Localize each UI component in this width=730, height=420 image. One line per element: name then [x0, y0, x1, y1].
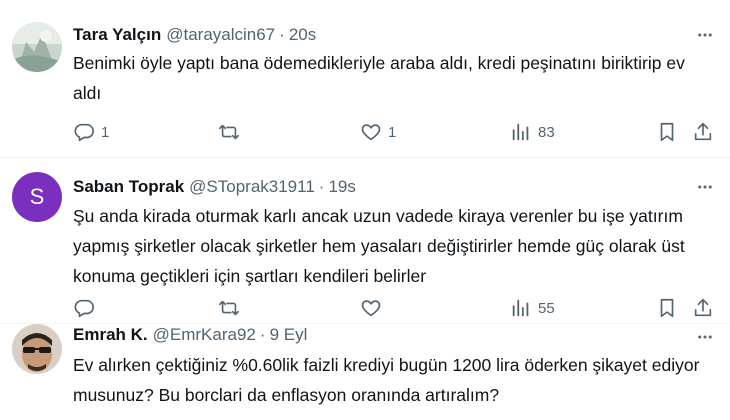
separator-dot: · [279, 25, 285, 44]
bookmark-icon [656, 121, 678, 143]
views-button[interactable]: 55 [510, 296, 555, 320]
tweet-header: Saban Toprak @SToprak31911 · 19s [73, 177, 356, 197]
views-chart-icon [510, 297, 532, 319]
reply-icon [73, 297, 95, 319]
timestamp[interactable]: 9 Eyl [270, 325, 308, 345]
tweet-header: Emrah K. @EmrKara92 · 9 Eyl [73, 325, 307, 345]
tweet-text: Ev alırken çektiğiniz %0.60lik faizli kr… [73, 355, 700, 405]
separator-dot: · [318, 177, 325, 196]
user-handle[interactable]: @EmrKara92 [153, 325, 256, 345]
tweet[interactable]: Emrah K. @EmrKara92 · 9 Eyl Ev alırken ç… [0, 324, 730, 420]
more-options-icon[interactable] [694, 326, 716, 348]
like-button[interactable]: 1 [360, 120, 396, 144]
avatar[interactable]: S [12, 172, 62, 222]
retweet-button[interactable] [218, 120, 240, 144]
share-icon [692, 121, 714, 143]
views-button[interactable]: 83 [510, 120, 555, 144]
retweet-button[interactable] [218, 296, 240, 320]
reply-button[interactable]: 1 [73, 120, 109, 144]
display-name[interactable]: Tara Yalçın [73, 25, 161, 45]
reply-button[interactable] [73, 296, 95, 320]
bookmark-icon [656, 297, 678, 319]
tweet-actions: 1 1 83 [73, 120, 718, 144]
reply-icon [73, 121, 95, 143]
tweet-actions: 55 [73, 296, 718, 320]
timestamp[interactable]: 20s [289, 25, 316, 45]
timestamp[interactable]: 19s [328, 177, 355, 197]
bookmark-button[interactable] [656, 296, 678, 320]
avatar[interactable] [12, 22, 62, 72]
more-options-icon[interactable] [694, 176, 716, 198]
share-icon [692, 297, 714, 319]
retweet-icon [218, 121, 240, 143]
user-handle[interactable]: @SToprak31911 [189, 177, 315, 197]
share-button[interactable] [692, 120, 714, 144]
heart-icon [360, 297, 382, 319]
view-count: 55 [538, 299, 555, 317]
separator-dot: · [259, 325, 266, 344]
views-chart-icon [510, 121, 532, 143]
more-options-icon[interactable] [694, 24, 716, 46]
like-count: 1 [388, 123, 397, 141]
tweet[interactable]: Tara Yalçın @tarayalcin67 · 20s Benimki … [0, 0, 730, 158]
tweet-text: Benimki öyle yaptı bana ödemedikleriyle … [73, 53, 685, 103]
bookmark-button[interactable] [656, 120, 678, 144]
tweet-text: Şu anda kirada oturmak karlı ancak uzun … [73, 206, 685, 286]
avatar[interactable] [12, 324, 62, 374]
retweet-icon [218, 297, 240, 319]
tweet[interactable]: S Saban Toprak @SToprak31911 · 19s Şu an… [0, 158, 730, 324]
display-name[interactable]: Emrah K. [73, 325, 148, 345]
user-handle[interactable]: @tarayalcin67 [166, 25, 275, 45]
view-count: 83 [538, 123, 555, 141]
heart-icon [360, 121, 382, 143]
share-button[interactable] [692, 296, 714, 320]
tweet-header: Tara Yalçın @tarayalcin67 · 20s [73, 25, 316, 45]
like-button[interactable] [360, 296, 382, 320]
display-name[interactable]: Saban Toprak [73, 177, 184, 197]
reply-count: 1 [101, 123, 110, 141]
